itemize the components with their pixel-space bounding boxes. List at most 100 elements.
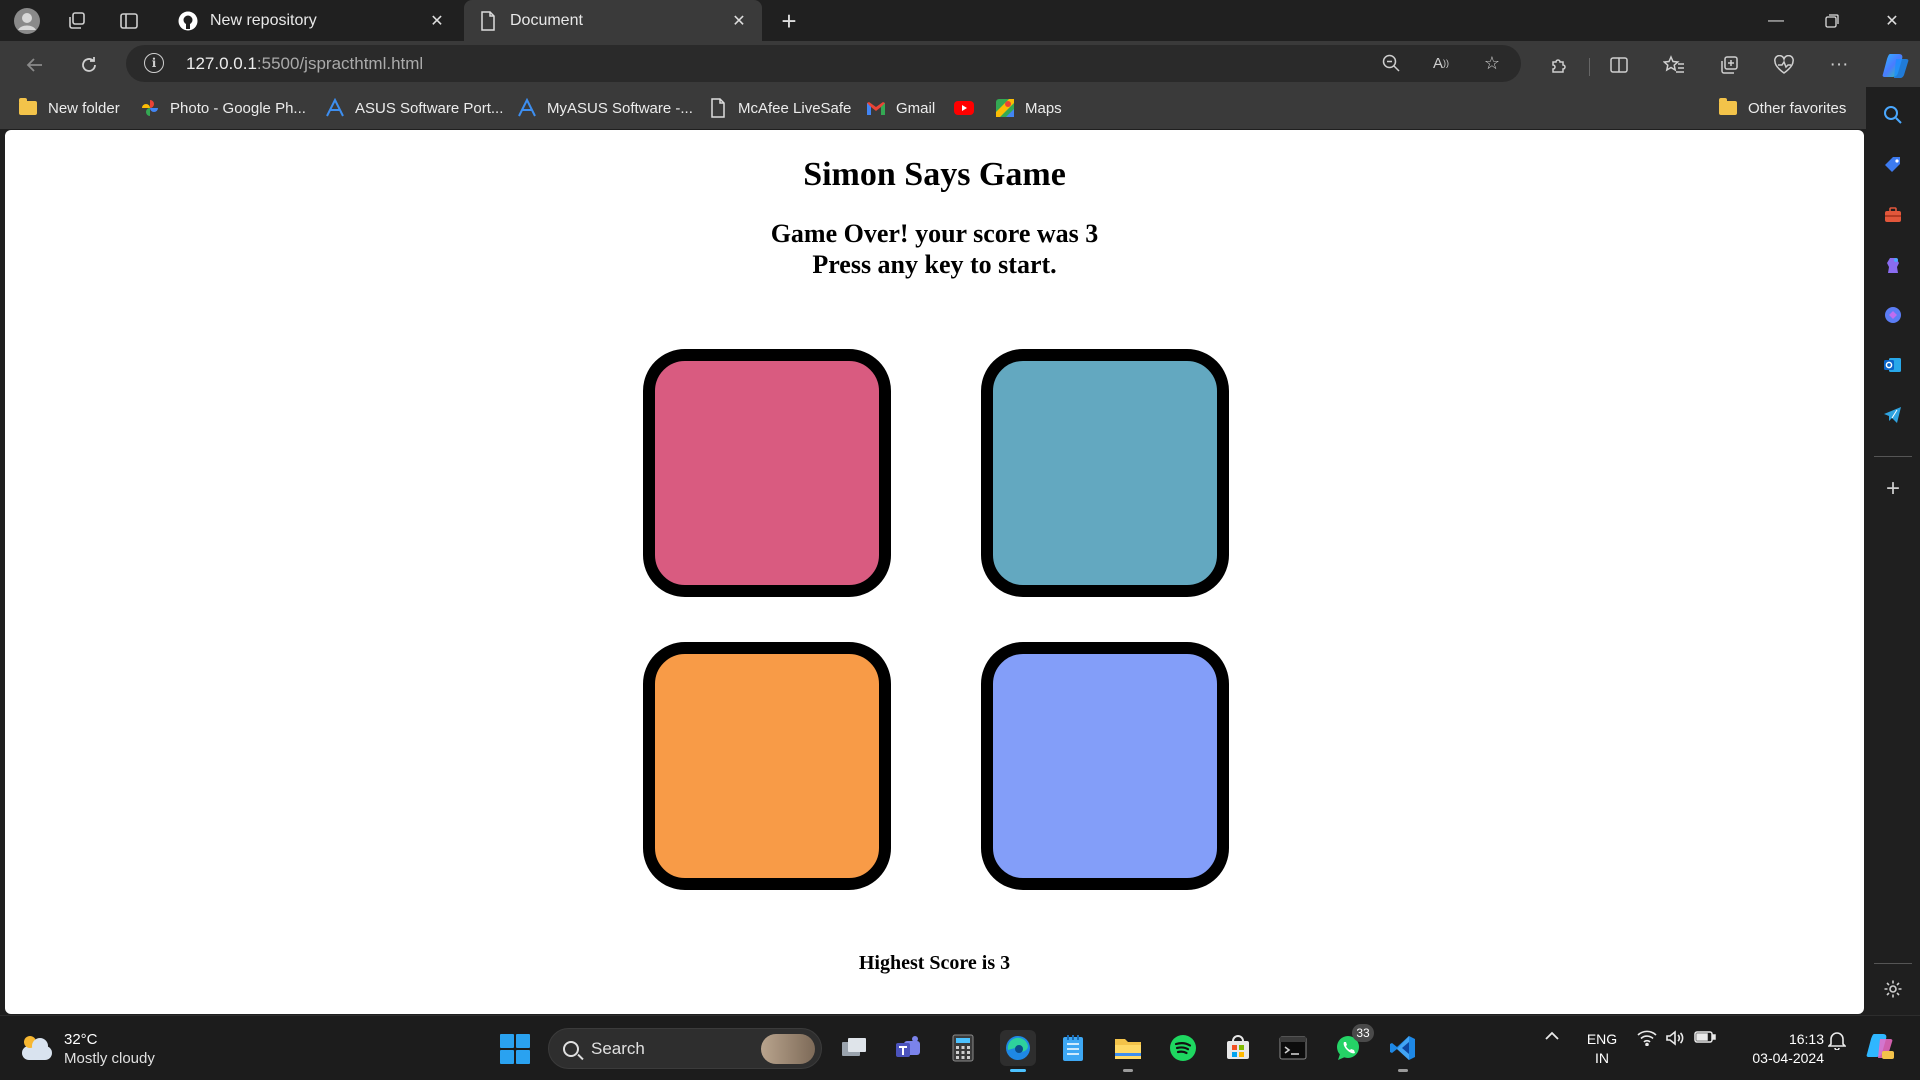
copilot-taskbar-icon[interactable] (1862, 1030, 1898, 1060)
address-bar[interactable]: i 127.0.0.1:5500/jspracthtml.html A)) ☆ (126, 45, 1521, 82)
back-button[interactable] (18, 48, 52, 82)
favorite-label: Other favorites (1748, 99, 1847, 117)
close-tab-icon[interactable]: ✕ (428, 12, 446, 30)
close-tab-icon[interactable]: ✕ (730, 12, 748, 30)
simon-button-orange[interactable] (643, 642, 891, 890)
file-explorer-icon[interactable] (1110, 1030, 1146, 1072)
edge-browser-icon[interactable] (1000, 1030, 1036, 1072)
notepad-icon[interactable] (1055, 1030, 1091, 1066)
whatsapp-icon[interactable]: 33 (1330, 1024, 1374, 1066)
other-favorites[interactable]: Other favorites (1718, 96, 1846, 120)
windows-start-icon[interactable] (500, 1034, 530, 1064)
wifi-icon[interactable] (1636, 1030, 1658, 1046)
page-title: Simon Says Game (803, 156, 1066, 193)
add-sidebar-app-icon[interactable]: + (1879, 475, 1907, 503)
highest-score: Highest Score is 3 (858, 952, 1011, 974)
simon-button-purple[interactable] (981, 642, 1229, 890)
shopping-tag-icon[interactable] (1879, 151, 1907, 179)
site-info-icon[interactable]: i (144, 53, 164, 73)
google-photos-icon (140, 98, 160, 118)
spotify-icon[interactable] (1165, 1030, 1201, 1066)
tab-document[interactable]: Document ✕ (464, 0, 762, 41)
favorite-youtube[interactable] (954, 96, 984, 120)
extensions-icon[interactable] (1542, 48, 1576, 82)
favorite-star-icon[interactable]: ☆ (1477, 48, 1507, 78)
copilot-sidebar-icon[interactable] (1879, 301, 1907, 329)
sidebar-settings-gear-icon[interactable] (1879, 975, 1907, 1003)
zoom-out-icon[interactable] (1376, 48, 1406, 78)
cloudy-weather-icon (20, 1036, 54, 1060)
url-text[interactable]: 127.0.0.1:5500/jspracthtml.html (186, 54, 423, 74)
weather-description: Mostly cloudy (64, 1050, 155, 1067)
tab-label: New repository (210, 11, 317, 29)
send-telegram-icon[interactable] (1879, 401, 1907, 429)
tools-briefcase-icon[interactable] (1879, 201, 1907, 229)
read-aloud-icon[interactable]: A)) (1426, 48, 1456, 78)
system-clock[interactable]: 16:13 03-04-2024 (1734, 1030, 1824, 1068)
restore-button[interactable] (1804, 0, 1860, 41)
github-icon (178, 11, 198, 31)
microsoft-store-icon[interactable] (1220, 1030, 1256, 1066)
search-label: Search (591, 1038, 645, 1058)
search-icon[interactable] (1879, 101, 1907, 129)
collections-icon[interactable] (1712, 48, 1746, 82)
language-code: ENG (1586, 1031, 1618, 1047)
start-instruction: Press any key to start. (812, 250, 1057, 279)
favorite-gmail[interactable]: Gmail (866, 96, 935, 120)
sidebar-divider (1874, 456, 1912, 457)
navigation-bar: i 127.0.0.1:5500/jspracthtml.html A)) ☆ … (0, 41, 1920, 87)
refresh-button[interactable] (72, 48, 106, 82)
favorite-asus-software-portal[interactable]: ASUS Software Port... (325, 96, 503, 120)
teams-icon[interactable] (890, 1030, 926, 1066)
edge-sidebar: + (1866, 87, 1920, 1015)
simon-button-red[interactable] (643, 349, 891, 597)
terminal-icon[interactable] (1275, 1030, 1311, 1066)
simon-button-blue[interactable] (981, 349, 1229, 597)
task-view-icon[interactable] (836, 1030, 872, 1066)
favorite-new-folder[interactable]: New folder (18, 96, 120, 120)
clock-date: 03-04-2024 (1752, 1050, 1824, 1066)
windows-taskbar: 32°C Mostly cloudy Search 33 ENG IN 16:1… (0, 1015, 1920, 1080)
calculator-icon[interactable] (945, 1030, 981, 1066)
page-icon (708, 98, 728, 118)
tab-new-repository[interactable]: New repository ✕ (164, 0, 460, 41)
browser-title-bar: New repository ✕ Document ✕ + — ✕ (0, 0, 1920, 41)
new-tab-button[interactable]: + (773, 5, 805, 37)
outlook-icon[interactable] (1879, 351, 1907, 379)
search-icon (563, 1040, 579, 1057)
favorite-myasus-software[interactable]: MyASUS Software -... (517, 96, 693, 120)
close-window-button[interactable]: ✕ (1864, 0, 1920, 41)
settings-more-icon[interactable]: ··· (1822, 48, 1856, 82)
browser-essentials-icon[interactable] (1767, 48, 1801, 82)
maps-icon (995, 98, 1015, 118)
search-highlight-image (761, 1034, 815, 1064)
favorite-mcafee-livesafe[interactable]: McAfee LiveSafe (708, 96, 851, 120)
vertical-tabs-icon[interactable] (114, 6, 144, 36)
language-indicator[interactable]: ENG IN (1582, 1030, 1622, 1068)
vscode-icon[interactable] (1385, 1030, 1421, 1072)
favorite-label: MyASUS Software -... (547, 99, 693, 117)
running-indicator (1010, 1069, 1026, 1072)
weather-widget[interactable]: 32°C Mostly cloudy (20, 1030, 155, 1068)
favorite-maps[interactable]: Maps (995, 96, 1062, 120)
notifications-bell-icon[interactable] (1826, 1030, 1848, 1050)
asus-icon (325, 98, 345, 118)
workspaces-icon[interactable] (62, 6, 92, 36)
game-over-message: Game Over! your score was 3 (770, 219, 1099, 248)
favorites-icon[interactable] (1657, 48, 1691, 82)
show-hidden-icons-chevron-up-icon[interactable] (1540, 1030, 1564, 1040)
profile-avatar-icon[interactable] (12, 6, 42, 36)
minimize-button[interactable]: — (1748, 0, 1804, 41)
taskbar-search[interactable]: Search (548, 1028, 822, 1069)
volume-icon[interactable] (1664, 1030, 1686, 1046)
favorite-label: Gmail (896, 99, 936, 117)
battery-icon[interactable] (1694, 1030, 1716, 1044)
clock-time: 16:13 (1788, 1031, 1824, 1047)
favorite-google-photos[interactable]: Photo - Google Ph... (140, 96, 306, 120)
copilot-icon[interactable] (1876, 48, 1916, 82)
notification-badge: 33 (1352, 1024, 1374, 1042)
favorite-label: Maps (1025, 99, 1062, 117)
page-viewport: Simon Says Game Game Over! your score wa… (5, 130, 1864, 1014)
games-icon[interactable] (1879, 251, 1907, 279)
split-screen-icon[interactable] (1602, 48, 1636, 82)
